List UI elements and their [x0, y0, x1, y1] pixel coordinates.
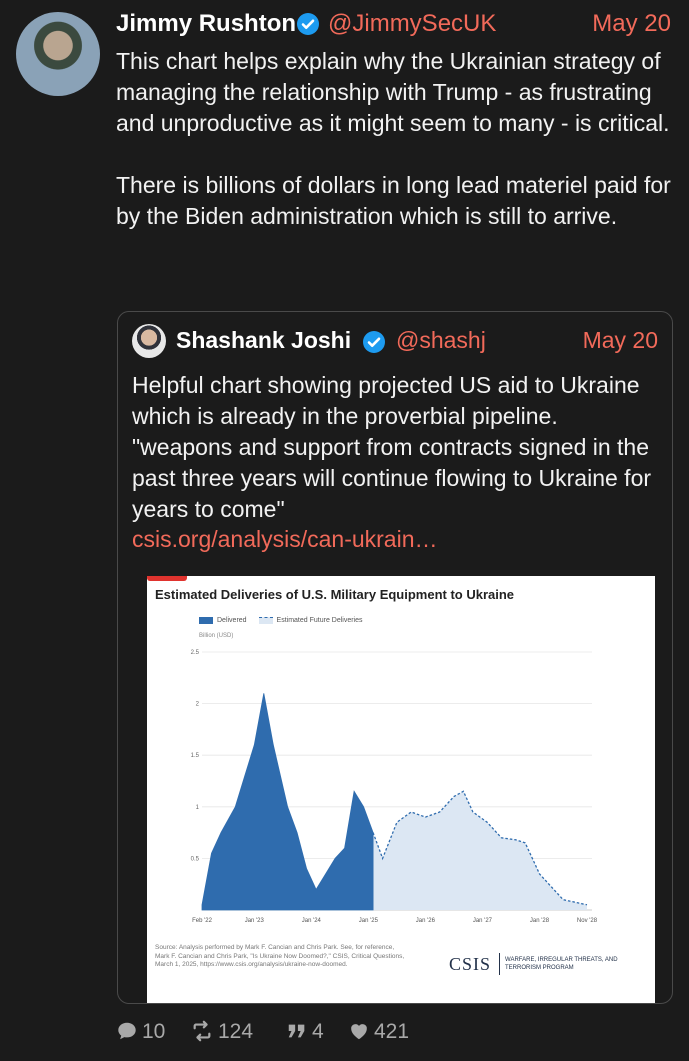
y-tick-label: 0.5 — [191, 856, 200, 862]
like-button[interactable]: 421 — [348, 1020, 409, 1044]
repost-icon — [193, 1020, 211, 1042]
x-tick-label: Nov '28 — [577, 918, 598, 924]
reply-icon — [118, 1022, 136, 1040]
verified-badge-icon — [363, 331, 385, 353]
x-tick-label: Jan '28 — [530, 918, 550, 924]
chart-image[interactable]: Estimated Deliveries of U.S. Military Eq… — [147, 576, 655, 1003]
quoted-author-name[interactable]: Shashank Joshi — [176, 327, 351, 354]
tweet-header: Jimmy Rushton @JimmySecUK May 20 — [116, 8, 671, 42]
series-delivered-area — [201, 693, 374, 911]
quote-icon — [288, 1024, 305, 1038]
x-tick-label: Feb '22 — [192, 918, 212, 924]
author-name[interactable]: Jimmy Rushton — [116, 10, 296, 38]
reply-count: 10 — [142, 1020, 166, 1043]
x-tick-label: Jan '27 — [473, 918, 493, 924]
y-tick-label: 2.5 — [191, 650, 200, 656]
y-tick-label: 1 — [196, 805, 200, 811]
quote-button[interactable]: 4 — [286, 1020, 324, 1044]
chart-source-note: Source: Analysis performed by Mark F. Ca… — [155, 944, 405, 968]
quoted-tweet-date[interactable]: May 20 — [583, 327, 658, 354]
y-tick-label: 1.5 — [191, 753, 200, 759]
series-future-area — [373, 791, 587, 910]
reply-button[interactable]: 10 — [116, 1020, 165, 1044]
quoted-author-handle[interactable]: @shashj — [396, 327, 486, 354]
x-tick-label: Jan '25 — [359, 918, 379, 924]
quoted-tweet[interactable]: Shashank Joshi @shashj May 20 Helpful ch… — [117, 311, 673, 1004]
csis-logo-divider — [499, 953, 500, 975]
quote-count: 4 — [312, 1020, 324, 1043]
x-tick-label: Jan '24 — [302, 918, 322, 924]
tweet-date[interactable]: May 20 — [592, 10, 671, 38]
author-avatar[interactable] — [16, 12, 100, 96]
x-tick-label: Jan '26 — [416, 918, 436, 924]
heart-icon — [351, 1024, 367, 1040]
author-handle[interactable]: @JimmySecUK — [328, 10, 496, 38]
quoted-tweet-text: Helpful chart showing projected US aid t… — [132, 372, 658, 522]
y-tick-label: 2 — [196, 702, 200, 708]
csis-logo-tagline: WARFARE, IRREGULAR THREATS, AND TERRORIS… — [505, 957, 618, 971]
chart-plot: 2.5 2 1.5 1 0.5 Feb '22 Jan '23 Jan '24 Jan '25 J… — [191, 650, 598, 924]
article-link[interactable]: csis.org/analysis/can-ukrain… — [132, 526, 438, 553]
verified-badge-icon — [297, 13, 319, 35]
csis-logo-wordmark: CSIS — [449, 954, 492, 974]
x-tick-label: Jan '23 — [245, 918, 265, 924]
repost-count: 124 — [218, 1020, 254, 1043]
quoted-author-avatar[interactable] — [132, 324, 166, 358]
like-count: 421 — [374, 1020, 410, 1043]
repost-button[interactable]: 124 — [190, 1020, 253, 1044]
tweet-text: This chart helps explain why the Ukraini… — [116, 48, 671, 229]
